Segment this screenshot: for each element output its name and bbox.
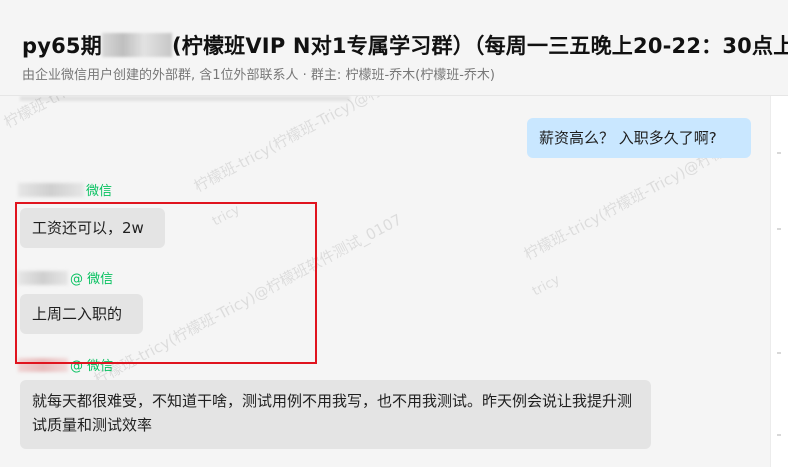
watermark: 柠檬班-tricy(柠檬班-Tricy)@柠檬班	[0, 96, 222, 133]
message-bubble-self[interactable]: 薪资高么？ 入职多久了啊?	[527, 118, 751, 158]
message-text: 就每天都很难受，不知道干啥，测试用例不用我写，也不用我测试。昨天例会说让我提升测…	[32, 392, 633, 434]
watermark: 柠檬班-tricy(柠檬班-Tricy)@柠檬班软件测试_0107	[190, 96, 505, 196]
message-bubble-other[interactable]: 就每天都很难受，不知道干啥，测试用例不用我写，也不用我测试。昨天例会说让我提升测…	[20, 380, 651, 449]
redacted-sender	[18, 183, 84, 197]
sender-suffix: 微信	[86, 184, 113, 199]
group-title-suffix: (柠檬班VIP N对1专属学习群）（每周一三五晚上20-22：30点上	[171, 34, 788, 58]
divider	[777, 228, 781, 230]
highlight-box	[15, 202, 317, 364]
chat-header: py65期 (柠檬班VIP N对1专属学习群）（每周一三五晚上20-22：30点上…	[0, 0, 788, 96]
divider	[777, 152, 781, 154]
divider	[777, 434, 781, 436]
divider	[777, 352, 781, 354]
group-title-prefix: py65期	[22, 34, 102, 58]
group-subtitle: 由企业微信用户创建的外部群, 含1位外部联系人 · 群主: 柠檬班-乔木(柠檬班…	[22, 68, 495, 83]
side-panel-edge	[770, 96, 788, 467]
group-title[interactable]: py65期 (柠檬班VIP N对1专属学习群）（每周一三五晚上20-22：30点上	[22, 30, 788, 60]
watermark: tricy	[530, 272, 563, 300]
clipped-message-edge	[20, 96, 350, 101]
redacted-name	[101, 33, 172, 57]
message-text: 薪资高么？ 入职多久了啊?	[539, 129, 717, 147]
sender-name[interactable]: 微信	[18, 180, 112, 199]
